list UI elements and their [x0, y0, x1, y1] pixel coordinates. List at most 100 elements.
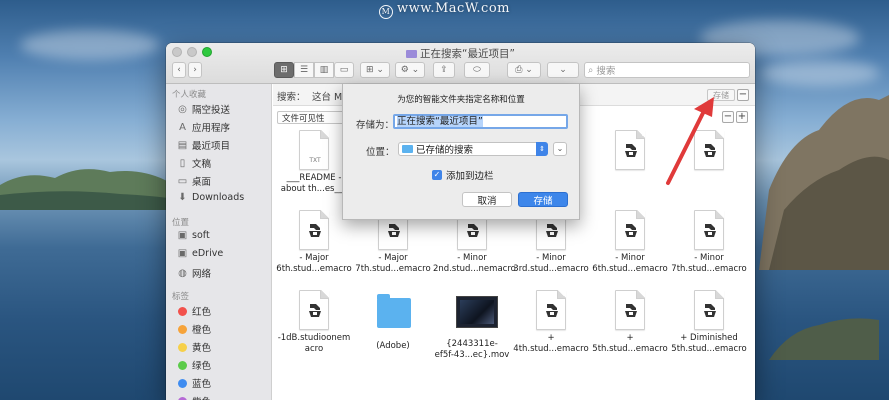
- search-placeholder: 搜索: [596, 66, 616, 77]
- sidebar-item-label: 紫色: [192, 394, 211, 400]
- list-icon: ☰: [299, 65, 309, 75]
- location-value: 已存储的搜索: [416, 145, 474, 156]
- file-item[interactable]: [591, 130, 669, 173]
- documents-icon: ▯: [179, 157, 186, 169]
- sidebar-item-label: 红色: [192, 307, 212, 318]
- forward-button[interactable]: ›: [188, 62, 202, 78]
- studio-macro-file-icon: [693, 210, 725, 250]
- sidebar-item-recents[interactable]: ▤ 最近项目: [177, 138, 230, 153]
- add-to-sidebar-checkbox[interactable]: ✓ 添加到边栏: [432, 168, 494, 182]
- applications-icon: A: [179, 121, 186, 133]
- group-grid-icon: ⊞ ⌄: [366, 65, 384, 75]
- studio-macro-file-icon: [614, 290, 646, 330]
- sidebar-item-applications[interactable]: A 应用程序: [177, 120, 230, 135]
- back-button[interactable]: ‹: [172, 62, 186, 78]
- chevron-down-icon: ⌄: [556, 144, 564, 153]
- save-button[interactable]: 存储: [518, 192, 568, 207]
- search-icon: ⌕: [588, 64, 594, 76]
- sidebar-item-network[interactable]: ◍ 网络: [177, 266, 212, 281]
- green-tag-icon: [178, 360, 187, 370]
- studio-macro-file-icon: [614, 130, 646, 170]
- checkmark-icon: ✓: [432, 170, 442, 180]
- column-view-button[interactable]: ▥: [314, 62, 334, 78]
- file-type-label: TXT: [309, 157, 321, 164]
- save-as-value: 正在搜索“最近项目”: [397, 116, 483, 127]
- file-item[interactable]: + Diminished 5th.stud...emacro: [670, 290, 748, 355]
- window-title: 正在搜索“最近项目”: [166, 46, 755, 61]
- blue-tag-icon: [178, 378, 187, 388]
- file-item[interactable]: + 5th.stud...emacro: [591, 290, 669, 355]
- yellow-tag-icon: [178, 342, 187, 352]
- tag-button[interactable]: ⬭: [464, 62, 490, 78]
- file-name: (Adobe): [376, 341, 410, 351]
- search-scope-label: 搜索：: [277, 92, 306, 103]
- favorites-header: 个人收藏: [172, 90, 207, 100]
- locations-header: 位置: [172, 218, 190, 228]
- orange-tag-icon: [178, 324, 187, 334]
- file-name: + Diminished 5th.stud...emacro: [671, 333, 747, 354]
- file-name: - Major 7th.stud...emacro: [355, 253, 431, 274]
- file-name: {2443311e- ef5f-43...ec}.mov: [434, 339, 510, 360]
- cancel-button[interactable]: 取消: [462, 192, 512, 207]
- island-left-graphic: [0, 169, 180, 210]
- action-button[interactable]: ⚙ ⌄: [395, 62, 425, 78]
- red-tag-icon: [178, 306, 187, 316]
- titlebar: 正在搜索“最近项目” ‹ › ⊞ ☰ ▥ ▭ ⊞ ⌄ ⚙ ⌄ ⇪ ⬭ ⎙ ⌄ ⌄…: [166, 43, 755, 84]
- file-item[interactable]: - Minor 6th.stud...emacro: [591, 210, 669, 275]
- purple-tag-icon: [178, 396, 187, 400]
- sidebar-item-edrive[interactable]: ▣ eDrive: [177, 248, 223, 259]
- movie-file-icon: [456, 296, 498, 336]
- sidebar-item-tag-purple[interactable]: 紫色: [177, 394, 211, 400]
- list-view-button[interactable]: ☰: [294, 62, 314, 78]
- window-title-text: 正在搜索“最近项目”: [420, 48, 515, 60]
- folder-icon: [377, 294, 411, 338]
- remove-search-button[interactable]: −: [737, 89, 749, 101]
- sidebar-item-tag-yellow[interactable]: 黄色: [177, 340, 211, 354]
- sidebar-item-soft[interactable]: ▣ soft: [177, 230, 210, 241]
- more-dropdown-button[interactable]: ⌄: [547, 62, 579, 78]
- chevron-left-icon: ‹: [177, 65, 181, 75]
- island-right-graphic: [759, 95, 889, 270]
- file-item[interactable]: {2443311e- ef5f-43...ec}.mov: [433, 290, 511, 361]
- icon-view-button[interactable]: ⊞: [274, 62, 294, 78]
- sidebar-item-documents[interactable]: ▯ 文稿: [177, 156, 211, 171]
- share-button[interactable]: ⇪: [433, 62, 455, 78]
- sidebar-item-tag-red[interactable]: 红色: [177, 304, 211, 318]
- watermark: Mwww.MacW.com: [0, 1, 889, 19]
- expand-dialog-button[interactable]: ⌄: [553, 142, 567, 156]
- island-small-graphic: [769, 318, 879, 360]
- disk-icon: ▣: [177, 230, 188, 241]
- file-item[interactable]: + 4th.stud...emacro: [512, 290, 590, 355]
- print-button[interactable]: ⎙ ⌄: [507, 62, 541, 78]
- criteria-select[interactable]: 文件可见性: [277, 111, 345, 124]
- folder-icon: [402, 145, 413, 153]
- gallery-icon: ▭: [339, 65, 349, 75]
- add-criteria-button[interactable]: +: [736, 111, 748, 123]
- disk-icon: ▣: [177, 248, 188, 259]
- location-label: 位置：: [366, 147, 395, 158]
- search-field[interactable]: ⌕ 搜索: [584, 62, 750, 78]
- sidebar-item-desktop[interactable]: ▭ 桌面: [177, 174, 211, 189]
- file-item[interactable]: - Minor 7th.stud...emacro: [670, 210, 748, 275]
- file-item[interactable]: -1dB.studioonem acro: [275, 290, 353, 355]
- sidebar-item-tag-blue[interactable]: 蓝色: [177, 376, 211, 390]
- gallery-view-button[interactable]: ▭: [334, 62, 354, 78]
- chevron-right-icon: ›: [193, 65, 197, 75]
- save-as-field[interactable]: 正在搜索“最近项目”: [393, 114, 568, 129]
- sidebar-item-airdrop[interactable]: ◎ 隔空投送: [177, 102, 231, 117]
- location-select[interactable]: 已存储的搜索 ⇕: [398, 142, 548, 156]
- file-item[interactable]: (Adobe): [354, 290, 432, 352]
- sidebar-item-label: 网络: [192, 269, 212, 280]
- network-icon: ◍: [178, 267, 187, 279]
- sidebar: 个人收藏 ◎ 隔空投送 A 应用程序 ▤ 最近项目 ▯ 文稿 ▭ 桌面 ⬇ Download…: [166, 84, 272, 400]
- remove-criteria-button[interactable]: −: [722, 111, 734, 123]
- group-by-button[interactable]: ⊞ ⌄: [360, 62, 390, 78]
- sidebar-item-tag-orange[interactable]: 橙色: [177, 322, 211, 336]
- sidebar-item-downloads[interactable]: ⬇ Downloads: [177, 192, 244, 203]
- file-name: - Minor 6th.stud...emacro: [592, 253, 668, 274]
- sidebar-item-tag-green[interactable]: 绿色: [177, 358, 211, 372]
- sidebar-item-label: 黄色: [192, 343, 212, 354]
- share-icon: ⇪: [440, 65, 448, 75]
- sidebar-item-label: 绿色: [192, 361, 212, 372]
- sidebar-item-label: 隔空投送: [192, 105, 231, 116]
